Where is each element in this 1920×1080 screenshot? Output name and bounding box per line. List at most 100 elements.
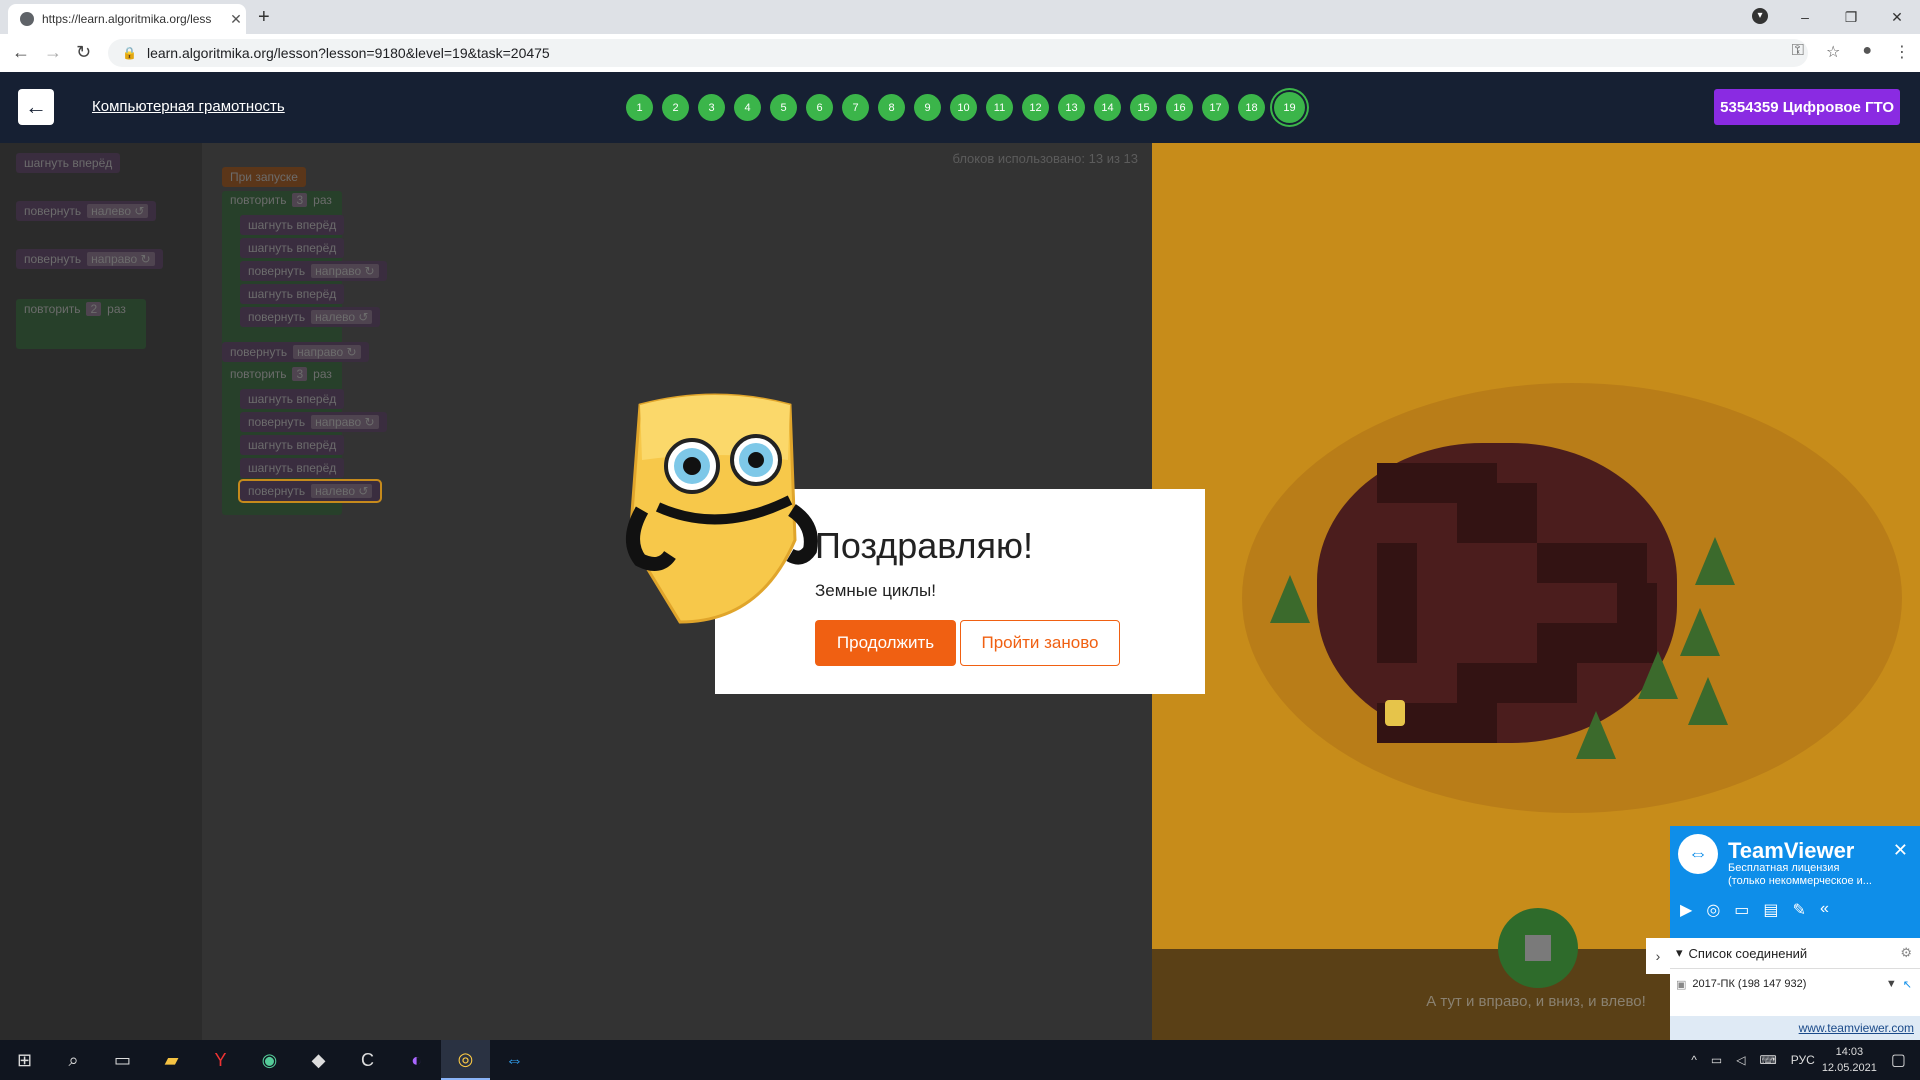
direction-dropdown[interactable]: направо ↻ [311,264,379,278]
level-button[interactable]: 6 [806,94,833,121]
level-button[interactable]: 8 [878,94,905,121]
chat-icon[interactable]: ▭ [1734,900,1749,920]
back-arrow-icon[interactable]: ← [12,42,30,63]
step-block[interactable]: шагнуть вперёд [240,435,345,455]
dialog-subtitle: Земные циклы! [815,581,936,600]
browser-tab[interactable]: https://learn.algoritmika.org/less ✕ [8,4,246,34]
forward-arrow-icon[interactable]: → [44,42,62,63]
retry-button[interactable]: Пройти заново [960,620,1120,666]
key-icon[interactable]: ⚿ [1792,42,1804,62]
headset-icon[interactable]: ◎ [1706,900,1720,920]
app-icon[interactable]: ◆ [294,1040,343,1080]
direction-dropdown[interactable]: налево ↺ [87,204,149,218]
direction-dropdown[interactable]: налево ↺ [311,310,373,324]
level-button[interactable]: 18 [1238,94,1265,121]
direction-dropdown[interactable]: направо ↻ [87,252,155,266]
files-icon[interactable]: ▤ [1763,900,1778,920]
tab-close-icon[interactable]: ✕ [226,11,246,28]
teamviewer-link[interactable]: www.teamviewer.com [1670,1016,1920,1040]
course-title-link[interactable]: Компьютерная грамотность [92,98,285,115]
close-window-button[interactable]: ✕ [1874,0,1920,34]
teamviewer-taskbar-icon[interactable]: ⇔ [490,1040,539,1080]
teamviewer-expand-arrow[interactable]: › [1646,938,1670,974]
level-button[interactable]: 17 [1202,94,1229,121]
level-button[interactable]: 14 [1094,94,1121,121]
minimize-button[interactable]: – [1782,0,1828,34]
toolbox-repeat-block[interactable]: повторить 2 раз [16,299,146,349]
new-tab-button[interactable]: + [258,6,270,29]
c-app-icon[interactable]: C [343,1040,392,1080]
yandex-browser-icon[interactable]: Y [196,1040,245,1080]
stop-button[interactable] [1498,908,1578,988]
level-button[interactable]: 13 [1058,94,1085,121]
viber-icon[interactable]: ◐ [392,1040,441,1080]
repeat-count-field[interactable]: 3 [292,193,308,207]
url-field[interactable]: 🔒 learn.algoritmika.org/lesson?lesson=91… [108,39,1808,67]
file-explorer-icon[interactable]: ▰ [147,1040,196,1080]
task-view-icon[interactable]: ▭ [98,1040,147,1080]
level-button[interactable]: 16 [1166,94,1193,121]
level-button[interactable]: 4 [734,94,761,121]
repeat-count-field[interactable]: 2 [86,302,102,316]
teamviewer-close-button[interactable]: ✕ [1893,840,1908,861]
profile-icon[interactable]: ● [1862,42,1872,62]
tools-icon[interactable]: ✎ [1793,900,1806,920]
star-icon[interactable]: ☆ [1826,42,1840,62]
step-block[interactable]: шагнуть вперёд [240,238,345,258]
chrome-icon[interactable]: ◎ [441,1040,490,1080]
restore-button[interactable]: ❐ [1828,0,1874,34]
connections-list-header[interactable]: ▾ Список соединений ⚙ [1670,938,1920,969]
windows-start-icon[interactable]: ⊞ [0,1040,49,1080]
volume-icon[interactable]: ◁ [1736,1053,1745,1067]
keyboard-icon[interactable]: ⌨ [1759,1053,1776,1067]
gear-icon[interactable]: ⚙ [1900,945,1912,961]
turn-block[interactable]: повернуть направо ↻ [240,412,387,432]
language-indicator[interactable]: РУС [1791,1053,1815,1067]
gto-button[interactable]: 5354359 Цифровое ГТО [1714,89,1900,125]
back-button[interactable]: ← [18,89,54,125]
pointer-icon[interactable]: ↖ [1903,978,1912,991]
continue-button[interactable]: Продолжить [815,620,956,666]
collapse-icon[interactable]: « [1820,900,1829,920]
step-block[interactable]: шагнуть вперёд [240,215,345,235]
network-icon[interactable]: ▭ [1711,1053,1722,1067]
step-block[interactable]: шагнуть вперёд [240,284,345,304]
chevron-down-icon[interactable]: ▼ [1886,978,1897,990]
level-button[interactable]: 3 [698,94,725,121]
tab-search-icon[interactable]: ▾ [1752,8,1768,24]
globe-app-icon[interactable]: ◉ [245,1040,294,1080]
toolbox-turn-left-block[interactable]: повернуть налево ↺ [16,201,157,221]
step-block[interactable]: шагнуть вперёд [240,458,345,478]
level-button-current[interactable]: 19 [1274,92,1305,123]
level-button[interactable]: 15 [1130,94,1157,121]
repeat-count-field[interactable]: 3 [292,367,308,381]
level-button[interactable]: 2 [662,94,689,121]
toolbox-step-block[interactable]: шагнуть вперёд [16,153,121,173]
level-button[interactable]: 10 [950,94,977,121]
turn-block[interactable]: повернуть налево ↺ [240,307,381,327]
turn-block[interactable]: повернуть направо ↻ [222,342,369,362]
level-button[interactable]: 9 [914,94,941,121]
level-button[interactable]: 7 [842,94,869,121]
tree [1695,537,1735,585]
toolbox-turn-right-block[interactable]: повернуть направо ↻ [16,249,163,269]
turn-block[interactable]: повернуть направо ↻ [240,261,387,281]
reload-icon[interactable]: ↻ [76,42,91,63]
chevron-up-icon[interactable]: ^ [1691,1053,1697,1067]
level-button[interactable]: 12 [1022,94,1049,121]
direction-dropdown[interactable]: направо ↻ [311,415,379,429]
level-button[interactable]: 1 [626,94,653,121]
level-button[interactable]: 11 [986,94,1013,121]
clock[interactable]: 14:03 12.05.2021 [1822,1044,1877,1076]
direction-dropdown[interactable]: налево ↺ [311,484,373,498]
on-start-block[interactable]: При запуске [222,167,306,187]
step-block[interactable]: шагнуть вперёд [240,389,345,409]
connection-item[interactable]: ▣ 2017-ПК (198 147 932) ▼ ↖ [1670,969,1920,999]
video-icon[interactable]: ▶ [1680,900,1692,920]
notifications-icon[interactable]: ▢ [1891,1050,1906,1070]
menu-icon[interactable]: ⋮ [1894,42,1910,62]
turn-block-selected[interactable]: повернуть налево ↺ [237,479,383,503]
level-button[interactable]: 5 [770,94,797,121]
search-icon[interactable]: ⌕ [49,1040,98,1080]
direction-dropdown[interactable]: направо ↻ [293,345,361,359]
